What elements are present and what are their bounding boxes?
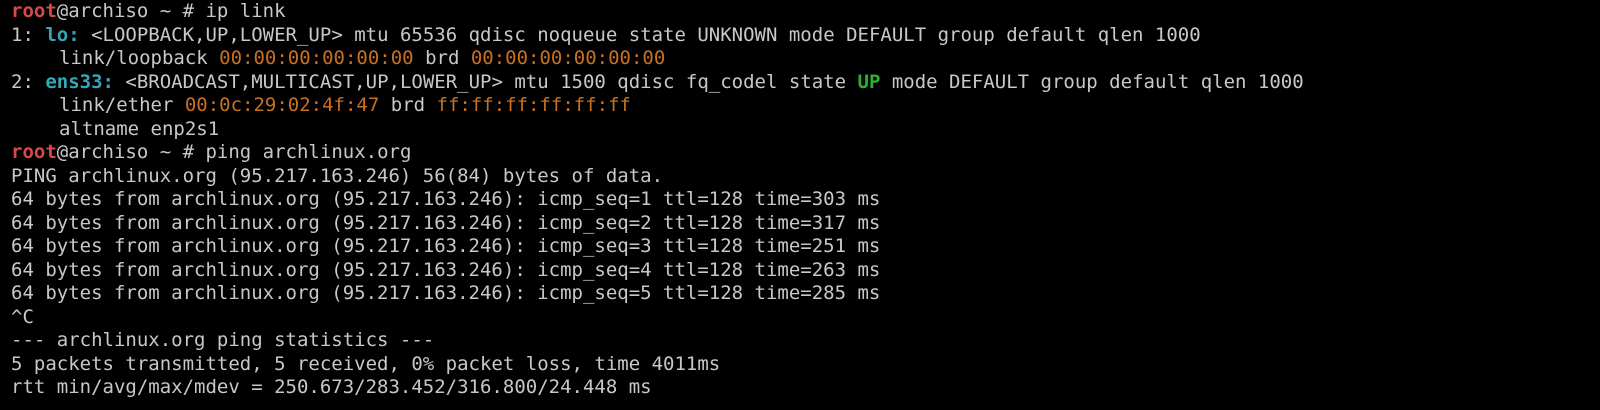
interface-line: 1: lo: <LOOPBACK,UP,LOWER_UP> mtu 65536 … bbox=[11, 24, 1600, 48]
ping-reply: 64 bytes from archlinux.org (95.217.163.… bbox=[11, 235, 881, 257]
ping-header: PING archlinux.org (95.217.163.246) 56(8… bbox=[11, 164, 664, 187]
prompt-line: root@archiso ~ # ping archlinux.org bbox=[11, 141, 1600, 165]
altname-line: altname enp2s1 bbox=[59, 117, 220, 140]
link-line: link/ether 00:0c:29:02:4f:47 brd ff:ff:f… bbox=[11, 94, 1600, 118]
ping-reply: 64 bytes from archlinux.org (95.217.163.… bbox=[11, 258, 881, 281]
interface-index: 2: bbox=[11, 70, 46, 93]
link-type: link/ether bbox=[59, 94, 185, 116]
interface-index: 1: bbox=[11, 23, 46, 46]
interrupt-line: ^C bbox=[11, 305, 34, 328]
interface-name: ens33: bbox=[45, 70, 114, 93]
interface-line: 2: ens33: <BROADCAST,MULTICAST,UP,LOWER_… bbox=[11, 71, 1600, 95]
stats-rtt: rtt min/avg/max/mdev = 250.673/283.452/3… bbox=[11, 376, 652, 398]
broadcast-address: ff:ff:ff:ff:ff:ff bbox=[436, 94, 631, 116]
interface-flags: <LOOPBACK,UP,LOWER_UP> mtu 65536 qdisc n… bbox=[79, 23, 1201, 46]
stats-packets: 5 packets transmitted, 5 received, 0% pa… bbox=[11, 352, 721, 375]
interface-name: lo: bbox=[45, 23, 80, 46]
ping-reply: 64 bytes from archlinux.org (95.217.163.… bbox=[11, 188, 881, 210]
stats-header: --- archlinux.org ping statistics --- bbox=[11, 329, 435, 351]
mac-address: 00:00:00:00:00:00 bbox=[219, 47, 414, 69]
terminal-window[interactable]: root@archiso ~ # ip link 1: lo: <LOOPBAC… bbox=[0, 0, 1600, 410]
ping-reply: 64 bytes from archlinux.org (95.217.163.… bbox=[11, 211, 881, 234]
ping-reply: 64 bytes from archlinux.org (95.217.163.… bbox=[11, 282, 881, 304]
command-text: ip link bbox=[205, 0, 286, 22]
prompt-user: root bbox=[11, 141, 57, 163]
brd-label: brd bbox=[413, 47, 471, 69]
mac-address: 00:0c:29:02:4f:47 bbox=[184, 94, 380, 116]
link-type: link/loopback bbox=[59, 47, 220, 69]
prompt-line: root@archiso ~ # ip link bbox=[11, 0, 1600, 24]
interface-state: UP bbox=[857, 70, 881, 93]
prompt-user: root bbox=[11, 0, 57, 22]
interface-flags: <BROADCAST,MULTICAST,UP,LOWER_UP> mtu 15… bbox=[113, 70, 858, 93]
broadcast-address: 00:00:00:00:00:00 bbox=[470, 47, 666, 69]
interface-flags-tail: mode DEFAULT group default qlen 1000 bbox=[880, 70, 1304, 93]
prompt-host: @archiso ~ # bbox=[56, 141, 206, 163]
prompt-host: @archiso ~ # bbox=[56, 0, 206, 22]
link-line: link/loopback 00:00:00:00:00:00 brd 00:0… bbox=[11, 47, 1600, 71]
command-text: ping archlinux.org bbox=[205, 141, 412, 163]
brd-label: brd bbox=[379, 94, 437, 116]
